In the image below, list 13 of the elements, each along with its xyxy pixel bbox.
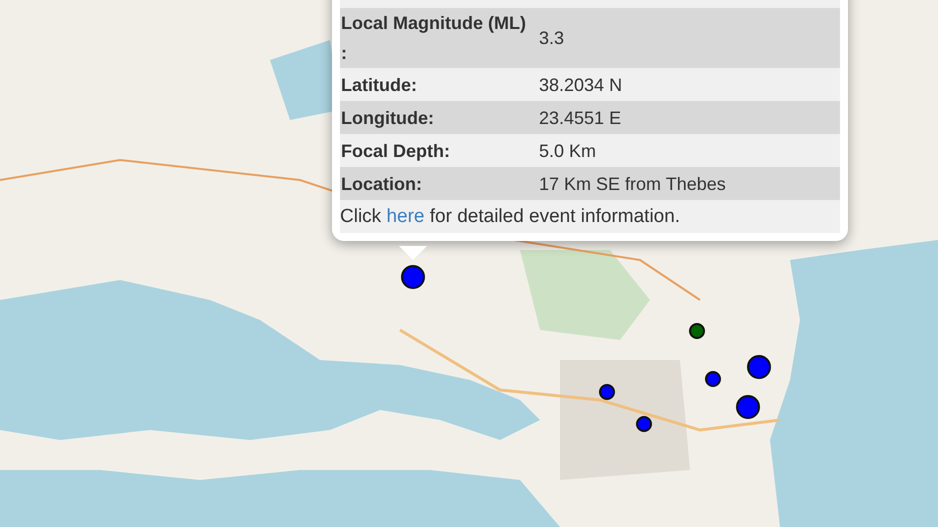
field-label: Location: <box>340 172 423 196</box>
field-label: Focal Depth: <box>340 140 452 163</box>
field-value: 17 Km SE from Thebes <box>539 172 727 196</box>
field-value: 3.3 <box>539 27 566 50</box>
field-label: Longitude: <box>340 106 435 130</box>
field-label: Local Magnitude (ML) : <box>340 12 527 65</box>
field-value: 23.4551 E <box>539 106 622 130</box>
event-info-text: Click here for detailed event information. <box>340 200 840 233</box>
details-link[interactable]: here <box>386 206 424 227</box>
field-label: Latitude: <box>340 74 418 96</box>
field-value: 38.2034 N <box>539 74 624 96</box>
field-value: 5.0 Km <box>539 140 598 162</box>
popup-pointer <box>399 246 427 260</box>
